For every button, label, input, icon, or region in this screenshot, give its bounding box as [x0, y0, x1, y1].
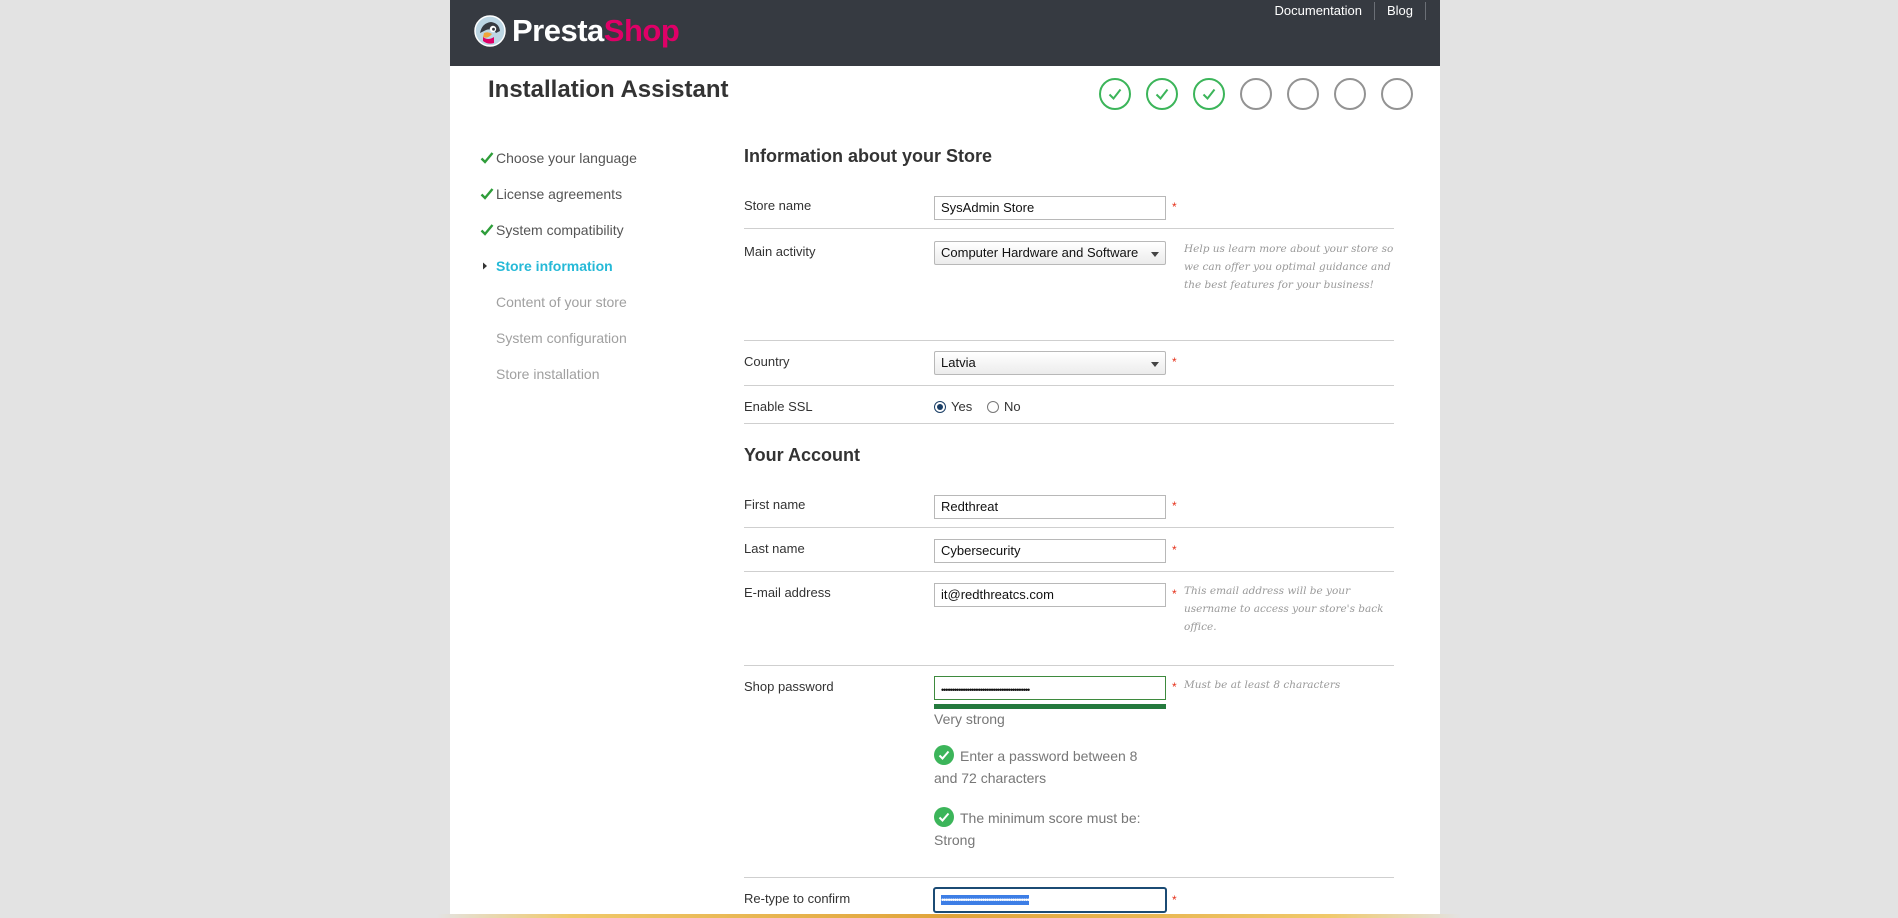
progress-step-pending	[1334, 78, 1366, 110]
first-name-row: First name Redthreat *	[744, 487, 1394, 528]
header-bar: PrestaShop Documentation Blog	[450, 0, 1440, 66]
checkmark-icon	[480, 151, 496, 165]
sidebar-step-label: System configuration	[496, 330, 627, 346]
progress-step-pending	[1381, 78, 1413, 110]
progress-step-done	[1146, 78, 1178, 110]
progress-step-done	[1099, 78, 1131, 110]
sidebar-step-label: System compatibility	[496, 222, 624, 238]
sidebar-steps: Choose your language License agreements Sy…	[480, 140, 700, 392]
sidebar-step-0[interactable]: Choose your language	[480, 140, 700, 176]
main-activity-label: Main activity	[744, 244, 816, 259]
progress-step-pending	[1240, 78, 1272, 110]
required-mark: *	[1172, 200, 1177, 214]
email-hint: This email address will be your username…	[1184, 585, 1384, 633]
chevron-down-icon	[1151, 362, 1159, 367]
ssl-label: Enable SSL	[744, 399, 813, 414]
sidebar-step-1[interactable]: License agreements	[480, 176, 700, 212]
main-activity-row: Main activity Computer Hardware and Soft…	[744, 228, 1394, 341]
main-activity-hint: Help us learn more about your store so w…	[1184, 243, 1394, 291]
main-activity-value: Computer Hardware and Software	[941, 245, 1139, 260]
password-hint: Must be at least 8 characters	[1184, 679, 1341, 691]
sidebar-step-label: Choose your language	[496, 150, 637, 166]
caret-right-icon	[480, 261, 496, 271]
sidebar-step-label: Content of your store	[496, 294, 627, 310]
country-value: Latvia	[941, 355, 976, 370]
first-name-input[interactable]: Redthreat	[934, 495, 1166, 519]
progress-step-pending	[1287, 78, 1319, 110]
password-strength-text: Very strong	[934, 711, 1005, 727]
logo-word-shop: Shop	[603, 13, 680, 48]
sidebar-step-4: Content of your store	[480, 284, 700, 320]
country-select[interactable]: Latvia	[934, 351, 1166, 375]
required-mark: *	[1172, 543, 1177, 557]
last-name-label: Last name	[744, 541, 805, 556]
password-input[interactable]: ••••••••••••••••••••••••••••••••••••••••…	[934, 676, 1166, 700]
prestashop-logo[interactable]: PrestaShop	[474, 13, 680, 49]
password-label: Shop password	[744, 679, 834, 694]
documentation-link[interactable]: Documentation	[1263, 2, 1375, 20]
confirm-label: Re-type to confirm	[744, 891, 851, 906]
required-mark: *	[1172, 680, 1177, 694]
confirm-password-input[interactable]: ••••••••••••••••••••••••••••••••••••••••…	[933, 887, 1167, 913]
progress-step-done	[1193, 78, 1225, 110]
email-input[interactable]: it@redthreatcs.com	[934, 583, 1166, 607]
first-name-label: First name	[744, 497, 806, 512]
required-mark: *	[1172, 893, 1177, 907]
main-activity-select[interactable]: Computer Hardware and Software	[934, 241, 1166, 265]
required-mark: *	[1172, 355, 1177, 369]
email-row: E-mail address it@redthreatcs.com * This…	[744, 571, 1394, 666]
checkmark-icon	[480, 223, 496, 237]
ssl-yes-label: Yes	[951, 399, 973, 414]
password-check-score-text: The minimum score must be: Strong	[934, 810, 1141, 848]
required-mark: *	[1172, 499, 1177, 513]
country-row: Country Latvia *	[744, 340, 1394, 386]
store-name-row: Store name SysAdmin Store *	[744, 188, 1394, 229]
checkmark-icon	[1108, 88, 1122, 101]
required-mark: *	[1172, 587, 1177, 601]
store-section-title: Information about your Store	[744, 146, 993, 166]
logo-word-presta: Presta	[512, 13, 604, 48]
sidebar-step-3: Store information	[480, 248, 700, 284]
checkmark-icon	[1202, 88, 1216, 101]
last-name-input[interactable]: Cybersecurity	[934, 539, 1166, 563]
confirm-password-value: ••••••••••••••••••••••••••••••••••••••••…	[941, 895, 1030, 905]
check-circle-icon	[934, 745, 954, 765]
sidebar-step-5: System configuration	[480, 320, 700, 356]
store-name-label: Store name	[744, 198, 812, 213]
ssl-no-radio[interactable]: No	[987, 399, 1021, 414]
page: PrestaShop Documentation Blog Installati…	[450, 0, 1440, 918]
country-label: Country	[744, 354, 790, 369]
ssl-row: Enable SSL Yes No	[744, 385, 1394, 424]
email-label: E-mail address	[744, 585, 831, 600]
footer-stripe	[0, 914, 1898, 918]
password-check-length: Enter a password between 8 and 72 charac…	[934, 745, 1149, 789]
account-section-title: Your Account	[744, 445, 860, 465]
sidebar-step-label: Store installation	[496, 366, 600, 382]
last-name-row: Last name Cybersecurity *	[744, 527, 1394, 572]
ssl-no-label: No	[1004, 399, 1021, 414]
blog-link[interactable]: Blog	[1375, 2, 1426, 20]
header-links: Documentation Blog	[1263, 2, 1426, 20]
progress-steps	[1099, 78, 1428, 110]
sidebar-step-6: Store installation	[480, 356, 700, 392]
puffin-logo-icon	[474, 15, 506, 47]
checkmark-icon	[1155, 88, 1169, 101]
radio-unchecked-icon	[987, 400, 999, 413]
store-name-input[interactable]: SysAdmin Store	[934, 196, 1166, 220]
ssl-yes-radio[interactable]: Yes	[934, 399, 972, 414]
logo-wordmark: PrestaShop	[512, 13, 680, 49]
radio-checked-icon	[934, 400, 946, 413]
check-circle-icon	[934, 807, 954, 827]
page-title: Installation Assistant	[488, 76, 729, 103]
chevron-down-icon	[1151, 252, 1159, 257]
sidebar-step-label: Store information	[496, 258, 613, 274]
password-strength-bar	[934, 704, 1166, 709]
password-check-length-text: Enter a password between 8 and 72 charac…	[934, 748, 1138, 786]
checkmark-icon	[480, 187, 496, 201]
confirm-row: Re-type to confirm •••••••••••••••••••••…	[744, 877, 1394, 918]
sidebar-step-2[interactable]: System compatibility	[480, 212, 700, 248]
sidebar-step-label: License agreements	[496, 186, 623, 202]
password-check-score: The minimum score must be: Strong	[934, 807, 1149, 851]
